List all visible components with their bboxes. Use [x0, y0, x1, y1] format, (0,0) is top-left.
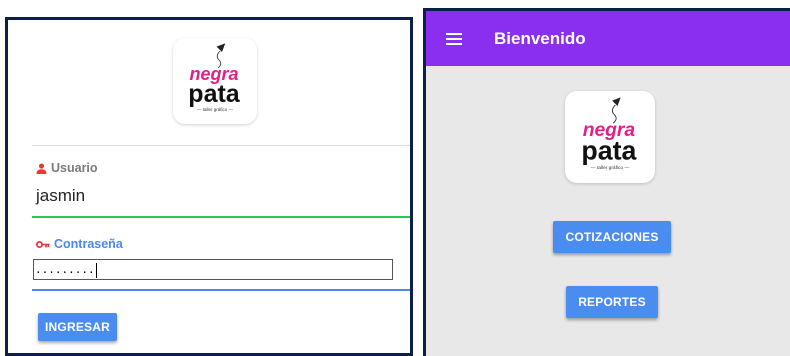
- text-caret: [95, 262, 97, 278]
- password-mask: .........: [35, 263, 95, 276]
- login-button[interactable]: INGRESAR: [38, 313, 117, 341]
- login-panel: negra pata — taller gráfico — Usuario ja…: [5, 17, 413, 356]
- password-label: Contraseña: [36, 237, 123, 251]
- password-input[interactable]: .........: [33, 259, 393, 280]
- reportes-button[interactable]: REPORTES: [566, 286, 658, 318]
- key-icon: [36, 240, 50, 248]
- logo-tagline: — taller gráfico —: [197, 107, 234, 112]
- username-label-text: Usuario: [51, 161, 98, 175]
- negra-pata-logo: negra pata — taller gráfico —: [188, 43, 241, 112]
- password-label-text: Contraseña: [54, 237, 123, 251]
- app-bar: Bienvenido: [426, 11, 790, 66]
- logo-word-pata: pata: [581, 135, 637, 165]
- username-underline: [32, 216, 410, 218]
- username-label: Usuario: [36, 161, 98, 175]
- logo-tagline: — taller gráfico —: [591, 165, 630, 171]
- logo-word-pata: pata: [188, 80, 241, 108]
- brand-logo: negra pata — taller gráfico —: [565, 91, 655, 183]
- app-title: Bienvenido: [494, 28, 586, 48]
- password-underline: [32, 289, 410, 291]
- cotizaciones-button[interactable]: COTIZACIONES: [553, 221, 671, 253]
- app-panel: Bienvenido negra pata — taller gráfico —…: [423, 8, 790, 356]
- username-input[interactable]: jasmin: [36, 186, 85, 206]
- hamburger-menu-icon[interactable]: [446, 32, 462, 45]
- divider: [32, 145, 410, 146]
- user-icon: [36, 162, 47, 174]
- negra-pata-logo: negra pata — taller gráfico —: [581, 97, 638, 171]
- brand-logo: negra pata — taller gráfico —: [173, 38, 257, 124]
